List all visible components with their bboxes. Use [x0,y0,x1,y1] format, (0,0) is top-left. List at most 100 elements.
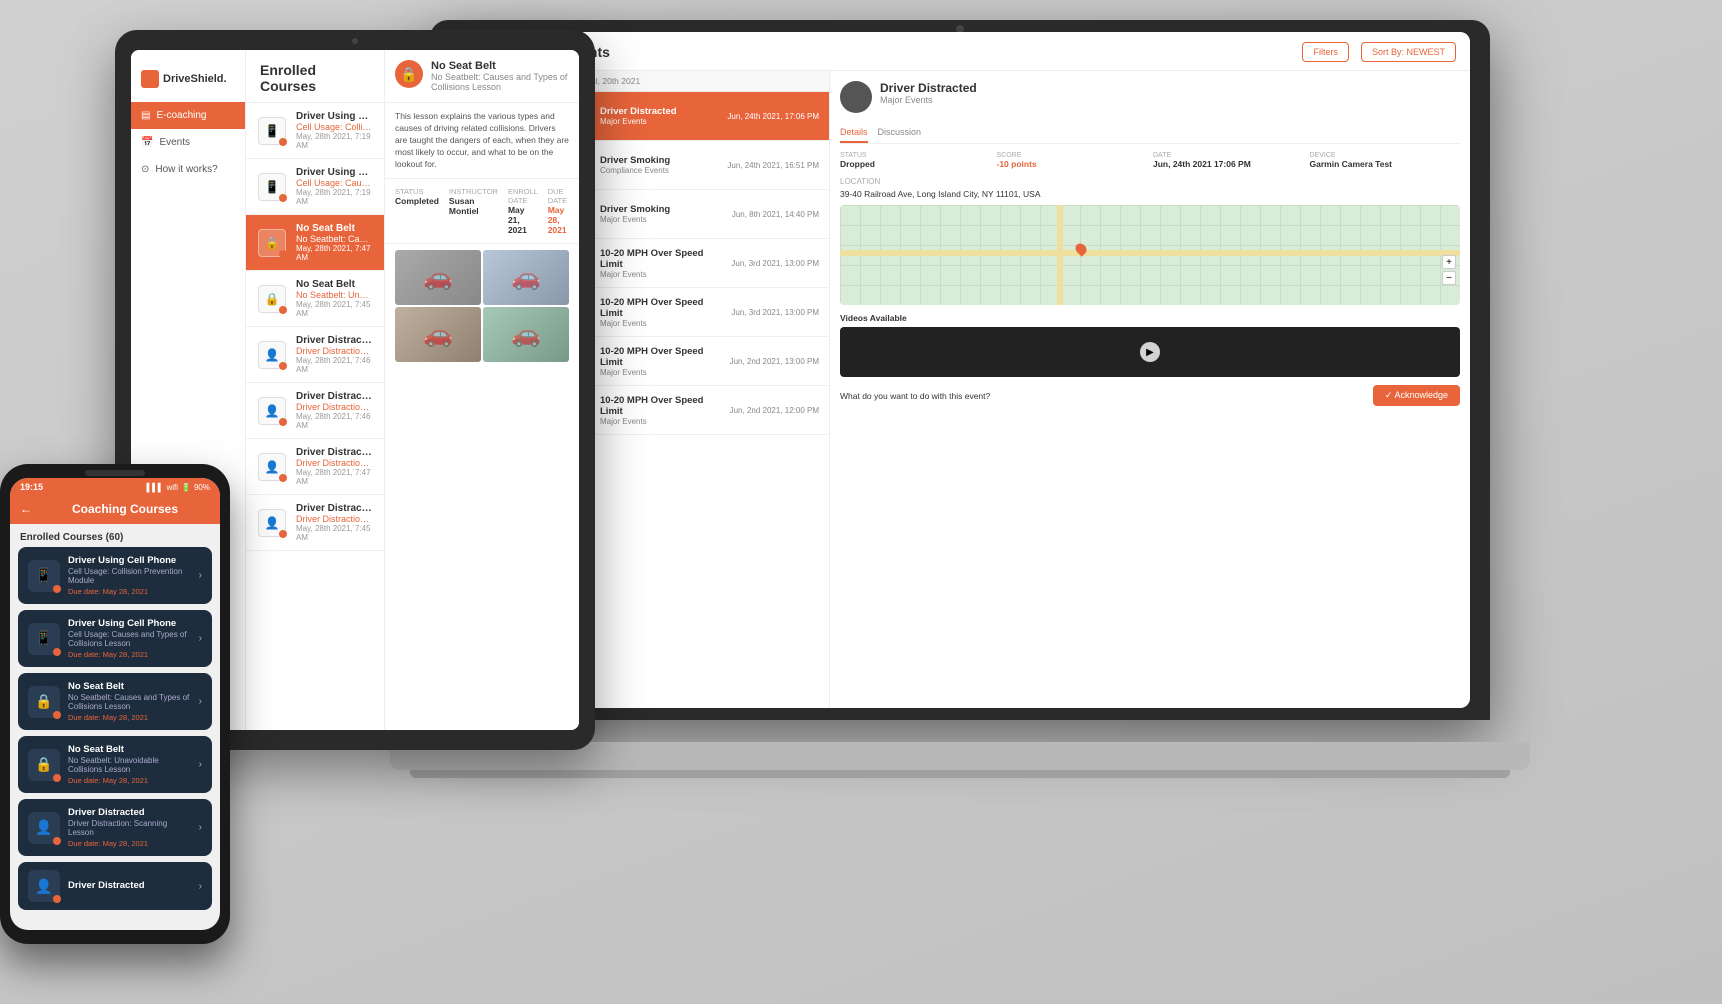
map-zoom-controls: + − [1442,255,1456,285]
event-date-2: Jun, 24th 2021, 16:51 PM [727,161,819,170]
phone-course-5[interactable]: 👤 Driver Distracted Driver Distraction: … [18,799,212,856]
phone-course-4[interactable]: 🔒 No Seat Belt No Seatbelt: Unavoidable … [18,736,212,793]
event-date-7: Jun, 2nd 2021, 12:00 PM [730,406,819,415]
detail-location-label: Location [840,177,1460,186]
map-zoom-out[interactable]: − [1442,271,1456,285]
lesson-image-2 [483,250,569,305]
detail-title: Driver Distracted [880,81,977,95]
lesson-images-grid [385,244,579,368]
phone-course-title-6: Driver Distracted [68,880,191,891]
detail-meta-status: Status Dropped [840,152,991,169]
phone-time: 19:15 [20,482,43,492]
laptop-content: DriveShield. E-coaching ▶ Events How it … [450,32,1470,708]
course-icon-1: 📱 [258,117,286,145]
phone-course-icon-2: 📱 [28,623,60,655]
event-info-3: Driver Smoking Major Events [600,204,724,224]
event-date-1: Jun, 24th 2021, 17:06 PM [727,112,819,121]
meta-due: Due Date May 28, 2021 [548,187,569,235]
laptop-main: Events Filters Sort By: NEWEST Today, Ju… [550,32,1470,708]
event-date-5: Jun, 3rd 2021, 13:00 PM [731,308,819,317]
course-subtitle-8: Driver Distraction: Collision Related Lo… [296,514,372,524]
chevron-icon-6: › [199,881,202,892]
tablet-course-5[interactable]: 👤 Driver Distracted Driver Distraction: … [246,327,384,383]
course-status-dot-3 [279,250,287,258]
tablet-nav-ecoaching[interactable]: ▤ E-coaching [131,102,245,129]
back-button[interactable]: ← [20,502,32,516]
tablet-course-4[interactable]: 🔒 No Seat Belt No Seatbelt: Unavoidable … [246,271,384,327]
tablet-nav-events[interactable]: 📅 Events [131,129,245,156]
event-info-7: 10-20 MPH Over Speed Limit Major Events [600,395,722,426]
tablet-logo-text: DriveShield. [163,73,227,85]
laptop-events-title: Events [564,44,1290,60]
detail-tab-details[interactable]: Details [840,123,868,143]
detail-icon [840,81,872,113]
phone-header-title: Coaching Courses [40,502,210,516]
course-title-4: No Seat Belt [296,279,372,290]
phone-course-due-1: Due date: May 28, 2021 [68,587,191,596]
phone-course-dot-5 [53,837,61,845]
course-title-1: Driver Using Cell Phone [296,111,372,122]
course-subtitle-4: No Seatbelt: Unavoidable Collisions Less… [296,290,372,300]
phone-course-title-4: No Seat Belt [68,744,191,755]
phone-status-bar: 19:15 ▌▌▌ wifi 🔋 90% [10,478,220,496]
chevron-icon-5: › [199,822,202,833]
tablet-course-2[interactable]: 📱 Driver Using Cell Phone Cell Usage: Ca… [246,159,384,215]
tablet-course-3[interactable]: 🔒 No Seat Belt No Seatbelt: Causes and T… [246,215,384,271]
meta-status: Status Completed [395,187,439,235]
detail-tab-discussion[interactable]: Discussion [878,123,922,143]
course-title-3: No Seat Belt [296,223,372,234]
event-type-6: Major Events [600,368,722,377]
phone-course-list: 📱 Driver Using Cell Phone Cell Usage: Co… [10,547,220,930]
course-icon-6: 👤 [258,397,286,425]
tablet-course-1[interactable]: 📱 Driver Using Cell Phone Cell Usage: Co… [246,103,384,159]
acknowledge-button[interactable]: ✓ Acknowledge [1373,385,1460,406]
phone-notch [85,470,145,476]
laptop-screen-bezel: DriveShield. E-coaching ▶ Events How it … [450,32,1470,708]
phone-course-icon-5: 👤 [28,812,60,844]
phone-course-6[interactable]: 👤 Driver Distracted › [18,862,212,910]
phone-course-3[interactable]: 🔒 No Seat Belt No Seatbelt: Causes and T… [18,673,212,730]
course-icon-8: 👤 [258,509,286,537]
meta-enroll-value: May 21, 2021 [508,205,538,235]
lesson-subtitle: No Seatbelt: Causes and Types of Collisi… [431,72,569,92]
tablet-nav-events-label: Events [159,137,190,148]
phone-course-due-4: Due date: May 28, 2021 [68,776,191,785]
phone-course-subtitle-5: Driver Distraction: Scanning Lesson [68,819,191,837]
tablet-course-6[interactable]: 👤 Driver Distracted Driver Distraction: … [246,383,384,439]
ack-question: What do you want to do with this event? [840,391,990,401]
course-date-6: May, 28th 2021, 7:46 AM [296,412,372,430]
phone-course-dot-2 [53,648,61,656]
map-container: + − [840,205,1460,305]
meta-status-value: Completed [395,196,439,206]
phone-course-1[interactable]: 📱 Driver Using Cell Phone Cell Usage: Co… [18,547,212,604]
videos-label: Videos Available [840,313,1460,323]
course-info-8: Driver Distracted Driver Distraction: Co… [296,503,372,542]
video-thumbnail[interactable]: ▶ [840,327,1460,377]
tablet-course-7[interactable]: 👤 Driver Distracted Driver Distraction: … [246,439,384,495]
course-subtitle-1: Cell Usage: Collision Prevention Module [296,122,372,132]
phone-icon-2: 📱 [265,180,280,194]
tablet-course-8[interactable]: 👤 Driver Distracted Driver Distraction: … [246,495,384,551]
play-button[interactable]: ▶ [1140,342,1160,362]
sort-button[interactable]: Sort By: NEWEST [1361,42,1456,62]
course-info-7: Driver Distracted Driver Distraction: Em… [296,447,372,486]
tablet-nav-events-icon: 📅 [141,137,153,148]
course-subtitle-7: Driver Distraction: Emotions Lesson [296,458,372,468]
phone-course-dot-6 [53,895,61,903]
phone-course-info-2: Driver Using Cell Phone Cell Usage: Caus… [68,618,191,659]
filter-button[interactable]: Filters [1302,42,1349,62]
course-icon-2: 📱 [258,173,286,201]
phone-course-2[interactable]: 📱 Driver Using Cell Phone Cell Usage: Ca… [18,610,212,667]
meta-due-value: May 28, 2021 [548,205,569,235]
event-type-1: Major Events [600,117,719,126]
tablet-nav-howitworks[interactable]: ⊙ How it works? [131,156,245,183]
tablet-logo: DriveShield. [131,62,245,102]
detail-status-label: Status [840,152,991,159]
course-title-5: Driver Distracted [296,335,372,346]
meta-due-label: Due Date [548,187,569,205]
map-zoom-in[interactable]: + [1442,255,1456,269]
phone-course-title-3: No Seat Belt [68,681,191,692]
meta-instructor-value: Susan Montiel [449,196,498,216]
course-subtitle-3: No Seatbelt: Causes and Types of Collisi… [296,234,372,244]
phone-course-icon-3: 🔒 [28,686,60,718]
